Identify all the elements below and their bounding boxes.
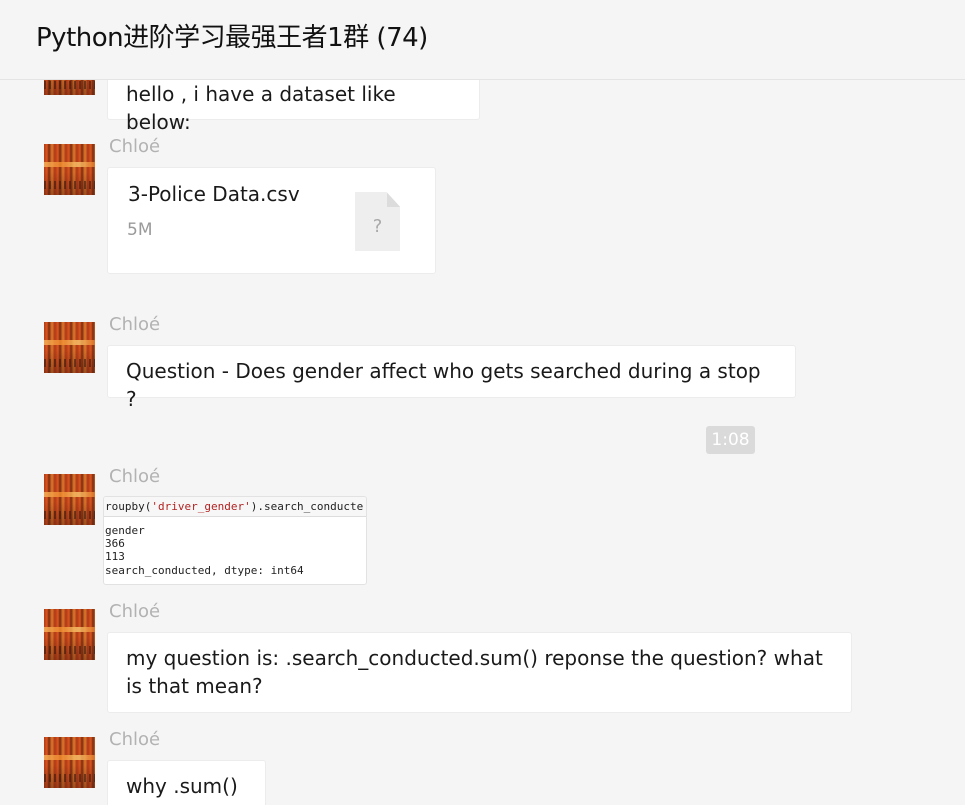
avatar[interactable] (44, 737, 95, 788)
message-text: why .sum() ? (126, 774, 238, 805)
sender-name: Chloé (109, 601, 161, 622)
avatar[interactable] (44, 609, 95, 660)
sender-name: Chloé (109, 729, 161, 750)
message-text-line: is that mean? (126, 674, 263, 698)
code-prefix: roupby( (105, 500, 152, 513)
message-bubble: Question - Does gender affect who gets s… (107, 345, 796, 411)
message-text: my question is: .search_conducted.sum() … (108, 633, 851, 709)
code-string: 'driver_gender' (151, 500, 251, 513)
file-icon-fold (386, 192, 400, 207)
code-output-line: search_conducted, dtype: int64 (105, 564, 304, 577)
message-text-line: my question is: .search_conducted.sum() … (126, 646, 823, 670)
code-input-line: roupby('driver_gender').search_conducte (104, 497, 366, 517)
unknown-file-glyph: ? (372, 216, 383, 237)
chat-title[interactable]: Python进阶学习最强王者1群 (74) (36, 17, 428, 54)
file-icon: ? (355, 192, 400, 251)
chat-panel: hello , i have a dataset like below: Chl… (0, 0, 965, 805)
timestamp-chip: 1:08 (706, 426, 755, 454)
avatar[interactable] (44, 144, 95, 195)
code-output-line: 113 (105, 550, 125, 563)
file-size: 5M (127, 220, 153, 240)
message-bubble: my question is: .search_conducted.sum() … (107, 632, 852, 713)
image-attachment[interactable]: roupby('driver_gender').search_conducte … (103, 496, 367, 585)
sender-name: Chloé (109, 466, 161, 487)
file-name: 3-Police Data.csv (128, 182, 300, 206)
message-bubble: why .sum() ? (107, 760, 266, 805)
sender-name: Chloé (109, 314, 161, 335)
sender-name: Chloé (109, 136, 161, 157)
file-attachment[interactable]: 3-Police Data.csv 5M ? (107, 167, 436, 274)
code-output-line: 366 (105, 537, 125, 550)
code-output-line: gender (105, 524, 145, 537)
message-text: Question - Does gender affect who gets s… (126, 359, 761, 411)
avatar[interactable] (44, 474, 95, 525)
avatar[interactable] (44, 322, 95, 373)
message-text: hello , i have a dataset like below: (126, 82, 396, 134)
chat-header: Python进阶学习最强王者1群 (74) (0, 0, 965, 80)
code-suffix: ).search_conducte (250, 500, 364, 513)
